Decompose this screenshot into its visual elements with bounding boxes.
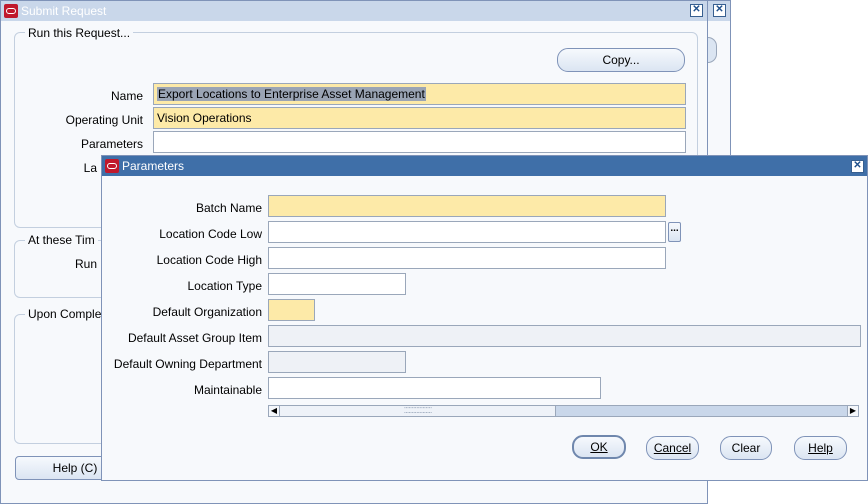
location-code-low-label: Location Code Low: [159, 227, 262, 241]
language-label: La: [83, 161, 97, 175]
oracle-logo-icon: [105, 159, 119, 173]
default-owning-department-field[interactable]: [268, 351, 406, 373]
completion-legend: Upon Comple: [25, 307, 105, 321]
location-code-low-field[interactable]: [268, 221, 666, 243]
help-dialog-button[interactable]: Help: [794, 436, 847, 460]
maintainable-label: Maintainable: [193, 383, 262, 397]
default-asset-group-item-field[interactable]: [268, 325, 861, 347]
location-code-high-label: Location Code High: [156, 253, 262, 267]
oracle-logo-icon: [4, 4, 18, 18]
parameters-dialog: Parameters ✕ Batch Name Location Code Lo…: [101, 155, 868, 481]
location-type-label: Location Type: [187, 279, 262, 293]
schedule-legend: At these Tim: [25, 233, 98, 247]
submit-request-title: Submit Request: [21, 4, 107, 18]
run-label: Run: [74, 257, 97, 271]
location-type-field[interactable]: [268, 273, 406, 295]
cancel-button[interactable]: Cancel: [646, 436, 699, 460]
submit-request-titlebar[interactable]: Submit Request: [1, 1, 707, 21]
default-organization-field[interactable]: [268, 299, 315, 321]
scroll-right-icon[interactable]: ▶: [847, 406, 858, 416]
clear-button[interactable]: Clear: [720, 436, 772, 460]
close-icon[interactable]: ✕: [690, 4, 703, 17]
maintainable-field[interactable]: [268, 377, 601, 399]
location-code-high-field[interactable]: [268, 247, 666, 269]
horizontal-scrollbar[interactable]: ◀ ⁚⁚⁚⁚⁚⁚⁚⁚⁚⁚⁚⁚⁚⁚⁚⁚⁚⁚ ▶: [268, 405, 859, 417]
lov-button[interactable]: ...: [668, 222, 681, 242]
close-icon[interactable]: ✕: [851, 160, 864, 173]
name-field[interactable]: Export Locations to Enterprise Asset Man…: [153, 83, 686, 105]
operating-unit-label: Operating Unit: [65, 113, 143, 127]
close-icon[interactable]: ✕: [713, 4, 726, 17]
batch-name-label: Batch Name: [195, 201, 262, 215]
operating-unit-field[interactable]: Vision Operations: [153, 107, 686, 129]
default-owning-department-label: Default Owning Department: [113, 357, 262, 371]
default-organization-label: Default Organization: [152, 305, 262, 319]
name-label: Name: [110, 89, 143, 103]
parameters-titlebar[interactable]: Parameters: [102, 156, 867, 176]
batch-name-field[interactable]: [268, 195, 666, 217]
ok-button[interactable]: OK: [572, 435, 626, 459]
parameters-field[interactable]: [153, 131, 686, 153]
run-request-legend: Run this Request...: [25, 26, 134, 40]
copy-button[interactable]: Copy...: [557, 48, 685, 72]
default-asset-group-item-label: Default Asset Group Item: [127, 331, 262, 345]
parameters-label: Parameters: [80, 137, 143, 151]
background-window-edge: [708, 0, 731, 160]
parameters-title: Parameters: [122, 159, 185, 173]
scrollbar-thumb[interactable]: ⁚⁚⁚⁚⁚⁚⁚⁚⁚⁚⁚⁚⁚⁚⁚⁚⁚⁚: [280, 406, 556, 416]
scroll-left-icon[interactable]: ◀: [269, 406, 280, 416]
